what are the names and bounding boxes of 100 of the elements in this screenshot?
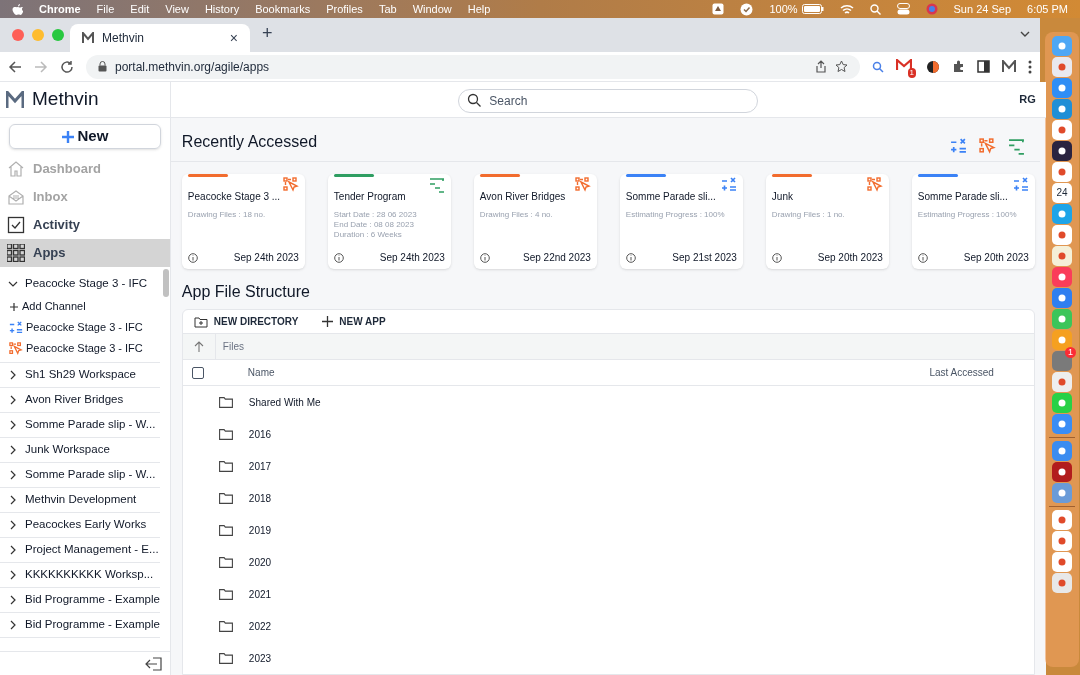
- info-icon[interactable]: [917, 252, 928, 263]
- menu-item[interactable]: Bookmarks: [255, 0, 311, 18]
- notification-badge: 1: [1065, 347, 1076, 358]
- channel-item[interactable]: Peacocke Stage 3 - IFC: [0, 338, 160, 359]
- back-icon[interactable]: [8, 59, 22, 74]
- workspace-item[interactable]: Bid Programme - Example: [0, 613, 160, 638]
- file-row[interactable]: 2017: [182, 450, 1034, 482]
- file-row[interactable]: 2023: [182, 642, 1034, 674]
- channel-item[interactable]: Peacocke Stage 3 - IFC: [0, 317, 160, 338]
- new-tab-button[interactable]: +: [262, 20, 273, 47]
- info-icon[interactable]: [479, 252, 490, 263]
- workspace-item[interactable]: Sh1 Sh29 Workspace: [0, 363, 160, 388]
- workspace-item[interactable]: Project Management - E...: [0, 538, 160, 563]
- nav-item[interactable]: Apps: [0, 239, 170, 267]
- dock-app-icon[interactable]: 24: [1052, 183, 1072, 203]
- search-field[interactable]: Search: [458, 88, 759, 113]
- card-color-bar: [771, 174, 812, 177]
- column-header[interactable]: Last Accessed: [929, 365, 994, 381]
- workspace-item[interactable]: Bid Programme - Example: [0, 588, 160, 613]
- nav-item[interactable]: Activity: [0, 211, 170, 239]
- magnifier-icon[interactable]: [872, 60, 884, 73]
- folder-name: 2019: [248, 523, 272, 538]
- folder-icon: [218, 620, 233, 632]
- up-arrow-icon[interactable]: [193, 341, 204, 353]
- file-row[interactable]: 2019: [182, 514, 1034, 546]
- card-color-bar: [479, 174, 520, 177]
- menu-item[interactable]: Help: [467, 0, 491, 18]
- share-icon[interactable]: [815, 60, 827, 73]
- select-cursor-icon: [978, 138, 996, 155]
- app-card[interactable]: Avon River Bridges Drawing Files : 4 no. Sep 22nd 2023: [473, 174, 597, 269]
- workspace-item[interactable]: Somme Parade slip - W...: [0, 463, 160, 488]
- app-card[interactable]: Somme Parade sli... Estimating Progress : 100% Sep 21st 2023: [619, 174, 743, 269]
- filter-button[interactable]: [978, 138, 996, 155]
- app-card[interactable]: Peacocke Stage 3 ... Drawing Files : 18 no. Sep 24th 2023: [181, 174, 305, 269]
- menu-item[interactable]: Profiles: [326, 0, 363, 18]
- select-cursor-icon: [574, 177, 591, 193]
- workspace-item[interactable]: Peacocke Stage 3 - IFC: [0, 271, 160, 296]
- gantt-lines-icon: [1007, 138, 1025, 155]
- chevron-right-icon: [8, 620, 18, 630]
- chevron-right-icon: [8, 595, 18, 605]
- chevron-down-icon[interactable]: [1020, 30, 1030, 38]
- workspace-item[interactable]: KKKKKKKKKK Worksp...: [0, 563, 160, 588]
- breadcrumb-link[interactable]: Files: [222, 339, 244, 355]
- workspace-item[interactable]: Peacockes Early Works: [0, 513, 160, 538]
- filter-button[interactable]: [949, 138, 967, 155]
- home-icon: [7, 160, 25, 178]
- new-button[interactable]: New: [9, 124, 161, 149]
- logout-icon[interactable]: [144, 656, 162, 671]
- address-bar[interactable]: portal.methvin.org/agile/apps: [86, 54, 860, 79]
- calculator-signs-icon: [9, 320, 23, 335]
- half-circle-icon[interactable]: [926, 59, 940, 74]
- file-row[interactable]: 2018: [182, 482, 1034, 514]
- user-initials[interactable]: RG: [1019, 91, 1036, 108]
- puzzle-icon[interactable]: [952, 60, 965, 73]
- browser-tab[interactable]: Methvin ×: [70, 24, 250, 52]
- menu-item[interactable]: Tab: [378, 0, 397, 18]
- menu-item[interactable]: History: [204, 0, 240, 18]
- app-card[interactable]: Tender Program Start Date : 28 06 2023 End Date : 08 08 2023 Duration : 6 Weeks Sep 24th 2023: [327, 174, 451, 269]
- file-row[interactable]: 2016: [182, 418, 1034, 450]
- column-header[interactable]: Name: [247, 365, 930, 381]
- add-channel-link[interactable]: Add Channel: [0, 296, 160, 317]
- toolbar-button[interactable]: NEW APP: [322, 314, 386, 330]
- filter-button[interactable]: [1007, 138, 1025, 155]
- menu-item[interactable]: File: [96, 0, 115, 18]
- toolbar-button[interactable]: NEW DIRECTORY: [193, 314, 299, 330]
- dock-app-icon[interactable]: [1052, 462, 1072, 482]
- star-icon[interactable]: [835, 60, 848, 73]
- folder-icon: [218, 492, 233, 504]
- tab-close-button[interactable]: ×: [229, 27, 238, 49]
- more-icon[interactable]: [1028, 59, 1032, 74]
- menu-item[interactable]: Edit: [130, 0, 150, 18]
- workspace-item[interactable]: Somme Parade slip - W...: [0, 413, 160, 438]
- folder-name: 2016: [248, 427, 272, 442]
- select-all-checkbox[interactable]: [191, 366, 204, 379]
- reload-icon[interactable]: [60, 59, 74, 74]
- card-date: Sep 24th 2023: [233, 251, 299, 265]
- workspace-item[interactable]: Junk Workspace: [0, 438, 160, 463]
- info-icon[interactable]: [625, 252, 636, 263]
- app-card[interactable]: Somme Parade sli... Estimating Progress : 100% Sep 20th 2023: [911, 174, 1035, 269]
- chevron-right-icon: [8, 570, 18, 580]
- app-card[interactable]: Junk Drawing Files : 1 no. Sep 20th 2023: [765, 174, 889, 269]
- battery-percent: 100%: [769, 1, 798, 17]
- lock-icon: [98, 61, 107, 72]
- file-row[interactable]: 2020: [182, 546, 1034, 578]
- section-title: App File Structure: [180, 282, 311, 302]
- window-control-icon[interactable]: [12, 29, 24, 41]
- dock-app-icon[interactable]: [1052, 141, 1072, 161]
- info-icon[interactable]: [771, 252, 782, 263]
- scrollbar-thumb[interactable]: [162, 269, 169, 297]
- file-row[interactable]: Shared With Me: [182, 386, 1034, 418]
- menu-item[interactable]: View: [165, 0, 189, 18]
- file-row[interactable]: 2022: [182, 610, 1034, 642]
- menu-item[interactable]: Window: [412, 0, 452, 18]
- app-menu[interactable]: Chrome: [39, 0, 81, 18]
- workspace-item[interactable]: Methvin Development: [0, 488, 160, 513]
- workspace-item[interactable]: Avon River Bridges: [0, 388, 160, 413]
- info-icon[interactable]: [187, 252, 198, 263]
- file-row[interactable]: 2021: [182, 578, 1034, 610]
- side-panel-icon[interactable]: [977, 60, 990, 73]
- info-icon[interactable]: [333, 252, 344, 263]
